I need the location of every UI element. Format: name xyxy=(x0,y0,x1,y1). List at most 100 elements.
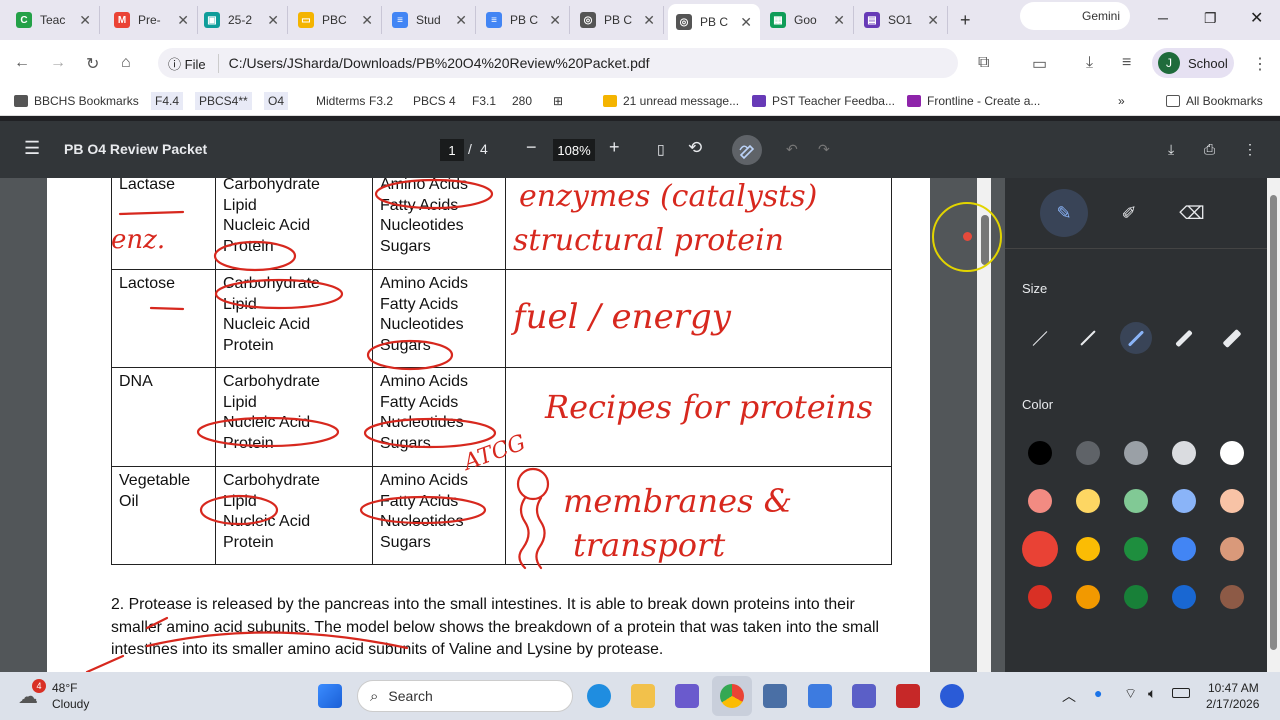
color-swatch-17[interactable] xyxy=(1076,585,1100,609)
size-option-1[interactable] xyxy=(1024,322,1056,354)
bookmark-3[interactable]: PBCS4** xyxy=(195,92,252,110)
page-number-input[interactable]: 1 xyxy=(440,139,464,161)
bookmark-8[interactable]: F3.1 xyxy=(472,94,496,108)
back-icon[interactable]: ← xyxy=(14,54,30,72)
tab-10[interactable]: ▤ SO1 ✕ xyxy=(856,6,948,34)
tab-5[interactable]: ≡ Stud ✕ xyxy=(384,6,476,34)
pen-tool[interactable]: ✎ xyxy=(1040,189,1088,237)
clock-date[interactable]: 2/17/2026 xyxy=(1206,697,1259,711)
all-bookmarks[interactable]: All Bookmarks xyxy=(1166,94,1263,108)
clock-time[interactable]: 10:47 AM xyxy=(1208,681,1259,695)
tab-close-icon[interactable]: ✕ xyxy=(643,12,655,29)
chrome-icon[interactable] xyxy=(720,684,744,708)
media-icon[interactable]: ≡ xyxy=(1122,54,1131,72)
office-icon[interactable] xyxy=(808,684,832,708)
tab-9[interactable]: ▦ Goo ✕ xyxy=(762,6,854,34)
color-swatch-15[interactable] xyxy=(1220,537,1244,561)
pdf-download-icon[interactable]: ⤓ xyxy=(1168,141,1174,158)
tab-4[interactable]: ▭ PBC ✕ xyxy=(290,6,382,34)
bookmark-9[interactable]: 280 xyxy=(512,94,532,108)
cast-icon[interactable]: ▭ xyxy=(1032,54,1047,74)
bookmark-7[interactable]: PBCS 4 xyxy=(413,94,456,108)
meet-icon[interactable] xyxy=(852,684,876,708)
acrobat-icon[interactable] xyxy=(896,684,920,708)
panel-scrollbar-thumb[interactable] xyxy=(1270,195,1277,650)
size-option-4[interactable] xyxy=(1168,322,1200,354)
print-icon[interactable]: ⎙ xyxy=(1204,141,1215,158)
bookmark-10[interactable]: 21 unread message... xyxy=(603,94,739,108)
tab-close-icon[interactable]: ✕ xyxy=(549,12,561,29)
zoom-level-input[interactable]: 108% xyxy=(553,139,595,161)
color-swatch-3[interactable] xyxy=(1124,441,1148,465)
close-window-icon[interactable]: ✕ xyxy=(1250,8,1263,28)
minimize-icon[interactable]: ─ xyxy=(1158,10,1168,26)
tab-close-icon[interactable]: ✕ xyxy=(267,12,279,29)
fit-page-icon[interactable]: ▯ xyxy=(657,141,665,158)
color-swatch-18[interactable] xyxy=(1124,585,1148,609)
rotate-icon[interactable]: ⟲ xyxy=(688,138,702,158)
color-swatch-1[interactable] xyxy=(1028,441,1052,465)
home-icon[interactable]: ⌂ xyxy=(121,54,131,72)
tab-8[interactable]: ◎ PB C ✕ xyxy=(668,4,760,40)
tab-close-icon[interactable]: ✕ xyxy=(833,12,845,29)
size-option-2[interactable] xyxy=(1072,322,1104,354)
wifi-icon[interactable]: ⌔ xyxy=(1124,685,1137,703)
hamburger-icon[interactable]: ☰ xyxy=(24,138,40,159)
reload-icon[interactable]: ↻ xyxy=(86,54,99,74)
file-chip[interactable]: ⓘ File xyxy=(158,53,219,73)
tab-close-icon[interactable]: ✕ xyxy=(361,12,373,29)
color-swatch-10[interactable] xyxy=(1220,489,1244,513)
color-swatch-6[interactable] xyxy=(1028,489,1052,513)
tab-6[interactable]: ≡ PB C ✕ xyxy=(478,6,570,34)
color-swatch-20[interactable] xyxy=(1220,585,1244,609)
tab-3[interactable]: ▣ 25-2 ✕ xyxy=(196,6,288,34)
color-swatch-8[interactable] xyxy=(1124,489,1148,513)
tab-close-icon[interactable]: ✕ xyxy=(927,12,939,29)
battery-icon[interactable] xyxy=(1172,688,1190,698)
size-option-5[interactable] xyxy=(1216,322,1248,354)
color-swatch-5[interactable] xyxy=(1220,441,1244,465)
windows-start-icon[interactable] xyxy=(318,684,342,708)
edge-icon[interactable] xyxy=(587,684,611,708)
volume-icon[interactable]: 🔈︎ xyxy=(1148,685,1156,702)
color-swatch-7[interactable] xyxy=(1076,489,1100,513)
tray-overflow-icon[interactable]: ︿ xyxy=(1062,686,1076,706)
bookmark-2[interactable]: F4.4 xyxy=(151,92,184,110)
redo-icon[interactable]: ↷ xyxy=(818,141,830,158)
restore-icon[interactable]: ❐ xyxy=(1204,10,1217,27)
color-swatch-9[interactable] xyxy=(1172,489,1196,513)
annotate-toggle[interactable] xyxy=(732,135,762,165)
eraser-tool[interactable]: ⌫ xyxy=(1168,189,1216,237)
pdf-more-icon[interactable]: ⋮ xyxy=(1243,141,1257,158)
color-swatch-2[interactable] xyxy=(1076,441,1100,465)
tab-7[interactable]: ◎ PB C ✕ xyxy=(572,6,664,34)
teams-icon[interactable] xyxy=(763,684,787,708)
undo-icon[interactable]: ↶ xyxy=(786,141,798,158)
tab-close-icon[interactable]: ✕ xyxy=(455,12,467,29)
zoom-out-icon[interactable]: − xyxy=(526,137,537,158)
address-bar[interactable]: ⓘ File C:/Users/JSharda/Downloads/PB%20O… xyxy=(158,48,958,78)
tab-close-icon[interactable]: ✕ xyxy=(740,14,752,31)
color-swatch-13[interactable] xyxy=(1124,537,1148,561)
gemini-button[interactable]: Gemini xyxy=(1020,2,1130,30)
forward-icon[interactable]: → xyxy=(50,54,66,72)
bookmark-1[interactable]: BBCHS Bookmarks xyxy=(14,94,139,108)
color-swatch-12[interactable] xyxy=(1076,537,1100,561)
settings-app-icon[interactable] xyxy=(940,684,964,708)
bookmark-11[interactable]: PST Teacher Feedba... xyxy=(752,94,895,108)
tab-2[interactable]: M Pre- ✕ xyxy=(106,6,198,34)
downloads-icon[interactable]: ⤓ xyxy=(1086,54,1093,72)
bookmark-12[interactable]: Frontline - Create a... xyxy=(907,94,1040,108)
bookmark-6[interactable]: F3.2 xyxy=(369,94,393,108)
tab-close-icon[interactable]: ✕ xyxy=(177,12,189,29)
taskbar-search[interactable]: ⌕ Search xyxy=(357,680,573,712)
new-tab-button[interactable]: + xyxy=(960,10,971,31)
bookmark-4[interactable]: O4 xyxy=(264,92,289,110)
bookmarks-overflow-icon[interactable]: » xyxy=(1118,94,1125,108)
apps-grid-icon[interactable]: ⊞ xyxy=(553,94,563,108)
color-swatch-14[interactable] xyxy=(1172,537,1196,561)
menu-icon[interactable]: ⋮ xyxy=(1252,54,1268,74)
highlighter-tool[interactable]: ✐ xyxy=(1105,189,1153,237)
color-swatch-19[interactable] xyxy=(1172,585,1196,609)
file-explorer-icon[interactable] xyxy=(631,684,655,708)
